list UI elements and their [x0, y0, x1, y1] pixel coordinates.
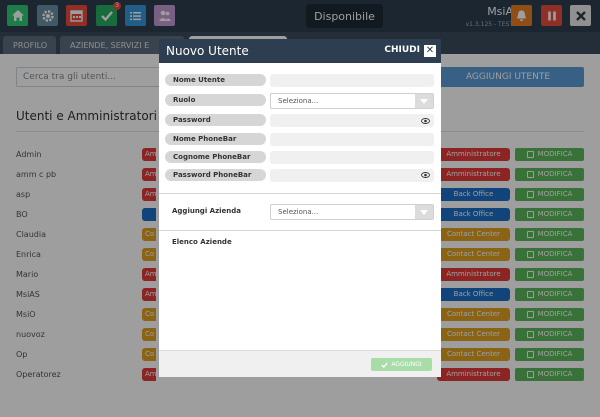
modal-footer: AGGIUNGI — [159, 350, 441, 377]
nome-utente-label: Nome Utente — [165, 74, 266, 86]
password-input[interactable] — [270, 114, 434, 127]
nome-phonebar-input[interactable] — [270, 133, 434, 146]
cognome-phonebar-input[interactable] — [270, 151, 434, 164]
close-x-icon[interactable]: ✕ — [424, 45, 436, 57]
nome-phonebar-label: Nome PhoneBar — [165, 133, 266, 145]
modal-divider — [159, 230, 441, 231]
azienda-select-value: Seleziona... — [278, 208, 319, 216]
modal-title: Nuovo Utente — [166, 44, 249, 58]
ruolo-label: Ruolo — [165, 94, 266, 106]
modal-divider — [159, 193, 441, 194]
new-user-modal: Nuovo Utente CHIUDI ✕ Nome Utente Ruolo … — [159, 39, 441, 377]
nome-utente-input[interactable] — [270, 74, 434, 87]
azienda-select[interactable]: Seleziona... — [270, 204, 434, 220]
cognome-phonebar-label: Cognome PhoneBar — [165, 151, 266, 163]
aggiungi-button[interactable]: AGGIUNGI — [371, 358, 432, 371]
aggiungi-azienda-label: Aggiungi Azienda — [172, 207, 242, 215]
ruolo-select-value: Seleziona... — [278, 97, 319, 105]
modal-header: Nuovo Utente CHIUDI ✕ — [159, 39, 441, 63]
check-icon — [381, 362, 389, 368]
password-phonebar-label: Password PhoneBar — [165, 169, 266, 181]
elenco-aziende-label: Elenco Aziende — [172, 238, 232, 246]
chevron-down-icon[interactable] — [415, 205, 433, 219]
password-label: Password — [165, 114, 266, 126]
password-phonebar-input[interactable] — [270, 169, 434, 182]
eye-icon[interactable] — [421, 118, 430, 124]
close-button[interactable]: CHIUDI — [384, 45, 420, 55]
ruolo-select[interactable]: Seleziona... — [270, 93, 434, 109]
chevron-down-icon[interactable] — [415, 94, 433, 108]
aggiungi-button-label: AGGIUNGI — [391, 361, 422, 368]
eye-icon[interactable] — [421, 172, 430, 178]
